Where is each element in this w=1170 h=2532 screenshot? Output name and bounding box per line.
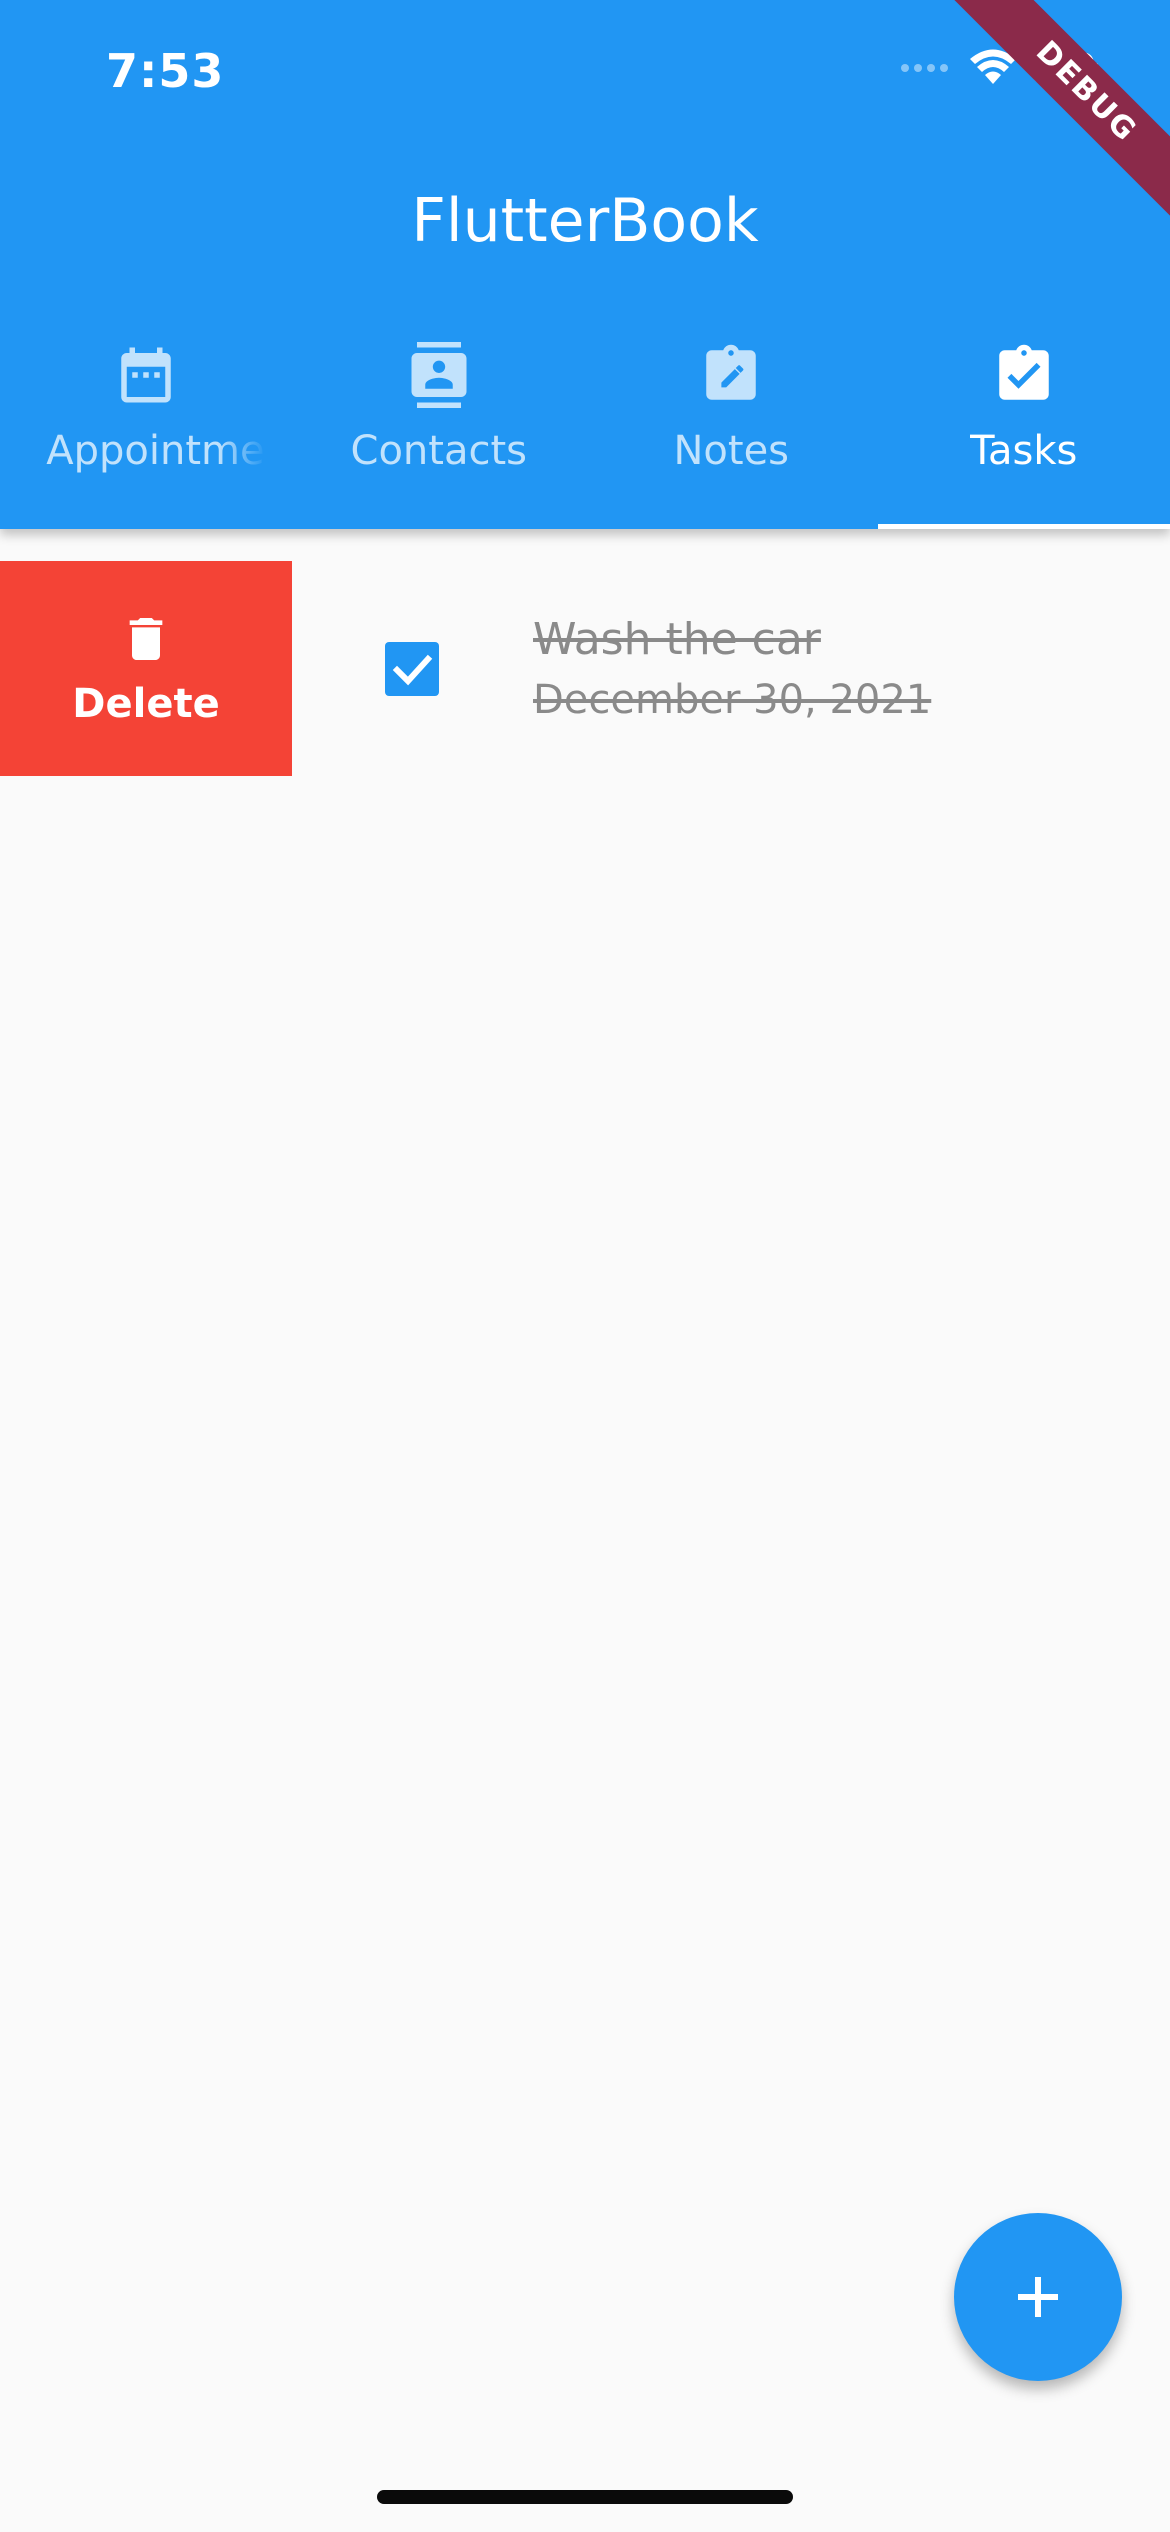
app-bar: 7:53 FlutterBook Appointments: [0, 0, 1170, 529]
tab-notes[interactable]: Notes: [585, 330, 878, 529]
assignment-check-icon: [999, 344, 1049, 400]
task-title: Wash the car: [533, 614, 821, 665]
status-time: 7:53: [106, 44, 225, 98]
tab-bar: Appointments Contacts Notes Tasks: [0, 330, 1170, 529]
add-icon: [1018, 2277, 1058, 2317]
list-item[interactable]: Delete Wash the car December 30, 2021: [0, 561, 1170, 776]
check-icon: [392, 654, 433, 686]
tab-contacts[interactable]: Contacts: [293, 330, 586, 529]
task-text: Wash the car December 30, 2021: [533, 609, 931, 729]
tab-label: Contacts: [350, 428, 527, 474]
tab-label: Appointments: [46, 428, 266, 474]
home-indicator[interactable]: [377, 2490, 793, 2504]
trash-icon: [129, 617, 163, 660]
tab-appointments[interactable]: Appointments: [0, 330, 293, 529]
tab-label: Tasks: [970, 428, 1078, 474]
contact-card-icon: [411, 342, 467, 408]
cellular-signal-icon: [901, 64, 948, 72]
page-title: FlutterBook: [411, 186, 759, 256]
note-edit-icon: [706, 344, 756, 400]
add-task-button[interactable]: [954, 2213, 1122, 2381]
task-completed-checkbox[interactable]: [385, 642, 439, 696]
task-due-date: December 30, 2021: [533, 677, 932, 723]
active-tab-indicator: [877, 524, 1170, 529]
calendar-icon: [121, 347, 171, 403]
tab-label: Notes: [673, 428, 790, 474]
tasks-screen: 7:53 FlutterBook Appointments: [0, 0, 1170, 2532]
tab-tasks[interactable]: Tasks: [877, 330, 1170, 529]
delete-label: Delete: [72, 680, 220, 727]
delete-button[interactable]: Delete: [0, 561, 292, 776]
